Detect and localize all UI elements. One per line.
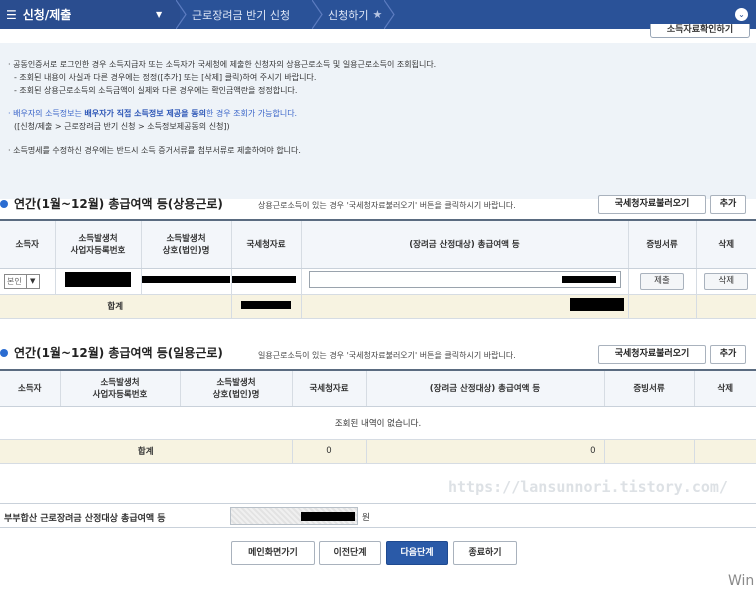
sum-nts-value: 0 bbox=[292, 438, 367, 464]
menu-label: 신청/제출 bbox=[22, 8, 72, 22]
top-nav-bar: ☰ 신청/제출 ▼ 근로장려금 반기 신청 신청하기 ★ ⌄ bbox=[0, 0, 756, 29]
empty-row: 조회된 내역이 없습니다. bbox=[0, 406, 756, 439]
notice-line: · 소득명세를 수정하신 경우에는 반드시 소득 증거서류를 첨부서류로 제출하… bbox=[8, 146, 301, 155]
check-income-data-button[interactable]: 소득자료확인하기 bbox=[650, 24, 750, 38]
menu-dropdown[interactable]: ☰ 신청/제출 ▼ bbox=[0, 0, 180, 29]
breadcrumb-arrow-icon bbox=[312, 0, 324, 29]
col-header: 증빙서류 bbox=[604, 371, 695, 407]
col-header: 소득발생처 상호(법인)명 bbox=[141, 221, 232, 269]
col-header: (장려금 산정대상) 총급여액 등 bbox=[301, 221, 629, 269]
couple-total-label: 부부합산 근로장려금 산정대상 총급여액 등 bbox=[4, 514, 166, 524]
load-nts-data-button[interactable]: 국세청자료불러오기 bbox=[598, 195, 706, 214]
sum-label: 합계 bbox=[0, 293, 232, 319]
redacted-value bbox=[141, 276, 230, 283]
redacted-value bbox=[231, 276, 296, 283]
collapse-icon[interactable]: ⌄ bbox=[735, 8, 748, 21]
notice-box: · 공동인증서로 로그인한 경우 소득지급자 또는 소득자가 국세청에 제출한 … bbox=[0, 43, 756, 199]
breadcrumb-arrow-icon bbox=[384, 0, 396, 29]
table-row: 본인 ▼ 제출 삭제 bbox=[0, 268, 756, 294]
couple-total-row: 부부합산 근로장려금 산정대상 총급여액 등 원 bbox=[0, 503, 756, 528]
col-header: 소득자 bbox=[0, 371, 61, 407]
submit-proof-button[interactable]: 제출 bbox=[640, 272, 684, 290]
breadcrumb-arrow-icon bbox=[176, 0, 188, 29]
sum-total-value: 0 bbox=[366, 438, 605, 464]
add-row-button[interactable]: 추가 bbox=[710, 345, 746, 364]
load-nts-data-button[interactable]: 국세청자료불러오기 bbox=[598, 345, 706, 364]
section-title-regular: 연간(1월~12월) 총급여액 등(상용근로) bbox=[0, 195, 223, 212]
col-header: 국세청자료 bbox=[231, 221, 302, 269]
hamburger-icon: ☰ bbox=[6, 7, 17, 22]
redacted-value bbox=[241, 300, 291, 309]
col-header: 소득발생처 사업자등록번호 bbox=[55, 221, 142, 269]
notice-line: · 공동인증서로 로그인한 경우 소득지급자 또는 소득자가 국세청에 제출한 … bbox=[8, 60, 437, 69]
breadcrumb-item-apply: 신청하기 ★ bbox=[328, 0, 382, 29]
section-bullet-icon bbox=[0, 199, 8, 208]
next-step-button[interactable]: 다음단계 bbox=[386, 541, 448, 565]
redacted-value bbox=[65, 272, 131, 287]
notice-subline: - 조회된 내용이 사실과 다른 경우에는 정정([추가] 또는 [삭제] 클릭… bbox=[14, 73, 317, 82]
earner-select[interactable]: 본인 ▼ bbox=[4, 273, 40, 289]
regular-income-table: 소득자 소득발생처 사업자등록번호 소득발생처 상호(법인)명 국세청자료 (장… bbox=[0, 221, 756, 319]
daily-income-table: 소득자 소득발생처 사업자등록번호 소득발생처 상호(법인)명 국세청자료 (장… bbox=[0, 371, 756, 464]
delete-row-button[interactable]: 삭제 bbox=[704, 272, 749, 290]
redacted-value bbox=[569, 298, 624, 311]
col-header: 삭제 bbox=[696, 221, 756, 269]
notice-subline: ([신청/제출 > 근로장려금 반기 신청 > 소득정보제공동의 신청]) bbox=[14, 122, 230, 131]
section-note: 일용근로소득이 있는 경우 '국세청자료불러오기' 버튼을 클릭하시기 바랍니다… bbox=[258, 351, 516, 360]
main-screen-button[interactable]: 메인화면가기 bbox=[231, 541, 315, 565]
breadcrumb-item-semiannual[interactable]: 근로장려금 반기 신청 bbox=[192, 0, 290, 29]
star-icon[interactable]: ★ bbox=[372, 8, 382, 21]
sum-label: 합계 bbox=[0, 438, 293, 464]
sum-row: 합계 bbox=[0, 293, 756, 319]
col-header: 증빙서류 bbox=[628, 221, 697, 269]
col-header: 소득발생처 사업자등록번호 bbox=[60, 371, 181, 407]
section-note: 상용근로소득이 있는 경우 '국세청자료불러오기' 버튼을 클릭하시기 바랍니다… bbox=[258, 201, 516, 210]
col-header: 소득발생처 상호(법인)명 bbox=[180, 371, 293, 407]
os-activation-text: Win bbox=[728, 573, 755, 589]
watermark-text: https://lansunnori.tistory.com/ bbox=[448, 478, 728, 496]
previous-step-button[interactable]: 이전단계 bbox=[319, 541, 381, 565]
chevron-down-icon: ▼ bbox=[25, 274, 39, 288]
breadcrumb-current-label: 신청하기 bbox=[328, 8, 369, 22]
exit-button[interactable]: 종료하기 bbox=[453, 541, 517, 565]
col-header: 국세청자료 bbox=[292, 371, 367, 407]
total-pay-input[interactable] bbox=[308, 271, 621, 288]
add-row-button[interactable]: 추가 bbox=[710, 195, 746, 214]
col-header: 소득자 bbox=[0, 221, 56, 269]
sum-row: 합계 0 0 bbox=[0, 438, 756, 464]
notice-subline: - 조회된 상용근로소득의 소득금액이 실제와 다른 경우에는 확인금액란을 정… bbox=[14, 86, 298, 95]
empty-message: 조회된 내역이 없습니다. bbox=[334, 418, 422, 429]
spouse-notice-line: · 배우자의 소득정보는 배우자가 직접 소득정보 제공을 동의한 경우 조회가… bbox=[8, 109, 298, 118]
col-header: (장려금 산정대상) 총급여액 등 bbox=[366, 371, 605, 407]
col-header: 삭제 bbox=[694, 371, 756, 407]
caret-down-icon: ▼ bbox=[156, 10, 163, 19]
section-title-daily: 연간(1월~12월) 총급여액 등(일용근로) bbox=[0, 344, 223, 361]
couple-total-field bbox=[230, 507, 358, 525]
currency-unit: 원 bbox=[362, 513, 370, 523]
section-bullet-icon bbox=[0, 348, 8, 357]
